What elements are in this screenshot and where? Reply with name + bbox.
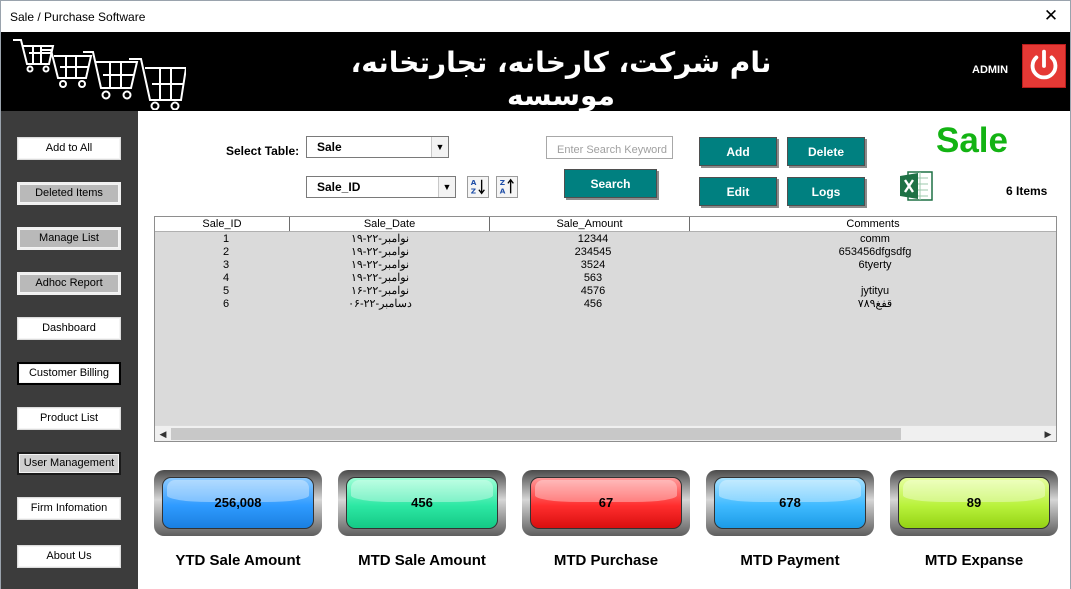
cell-sale-amount: 4576	[580, 285, 606, 297]
cell-sale-amount: 234545	[574, 246, 612, 258]
cell-sale-id: 4	[222, 272, 230, 284]
kpi-label: MTD Sale Amount	[358, 552, 486, 569]
sidebar-item-deleted-items[interactable]: Deleted Items	[17, 182, 121, 205]
kpi-value-box: 89	[898, 477, 1050, 529]
title-bar: Sale / Purchase Software ✕	[1, 1, 1070, 32]
cell-sale-id: 5	[222, 285, 230, 297]
edit-button[interactable]: Edit	[699, 177, 777, 206]
header-banner: نام شرکت، کارخانه، تجارتخانه، موسسه ADMI…	[1, 32, 1070, 112]
table-row[interactable]: 3 ۱۹-نوامبر-۲۲ 3524 6tyerty	[155, 259, 1056, 272]
kpi-label: YTD Sale Amount	[175, 552, 301, 569]
column-header[interactable]: Sale_Amount	[490, 217, 690, 231]
table-select[interactable]: Sale ▼	[306, 136, 449, 158]
sidebar-item-product-list[interactable]: Product List	[17, 407, 121, 430]
items-count: 6 Items	[1006, 184, 1048, 198]
horizontal-scrollbar[interactable]: ◀ ▶	[155, 425, 1056, 441]
cell-sale-amount: 12344	[577, 233, 609, 245]
sort-az-icon[interactable]: A Z	[467, 176, 489, 198]
cell-sale-date: ۰۶-دسامبر-۲۲	[348, 298, 412, 310]
shopping-cart-icon	[13, 39, 186, 110]
field-select[interactable]: Sale_ID ▼	[306, 176, 456, 198]
close-icon[interactable]: ✕	[1042, 6, 1060, 26]
cell-comments: comm	[860, 233, 890, 245]
column-header[interactable]: Sale_ID	[155, 217, 290, 231]
kpi-label: MTD Expanse	[924, 552, 1024, 569]
cell-sale-amount: 456	[583, 298, 603, 310]
kpi-value: 89	[966, 495, 982, 510]
select-table-label: Select Table:	[226, 144, 300, 158]
add-button[interactable]: Add	[699, 137, 777, 166]
user-name: ADMIN	[972, 64, 1009, 76]
cell-comments: 6tyerty	[858, 259, 892, 271]
table-header: Sale_ID Sale_Date Sale_Amount Comments	[155, 217, 1056, 232]
sidebar-item-user-management[interactable]: User Management	[17, 452, 121, 475]
cell-comments: 653456dfgsdfg	[838, 246, 912, 258]
scrollbar-thumb[interactable]	[171, 428, 901, 440]
delete-button[interactable]: Delete	[787, 137, 865, 166]
kpi-value-box: 456	[346, 477, 498, 529]
kpi-value: 256,008	[214, 495, 262, 510]
svg-text:Z: Z	[471, 186, 476, 195]
chevron-down-icon[interactable]: ▼	[431, 137, 448, 157]
power-icon[interactable]	[1022, 44, 1066, 88]
kpi-value: 678	[779, 495, 801, 510]
kpi-value-box: 256,008	[162, 477, 314, 529]
sidebar-item-firm-information[interactable]: Firm Infomation	[17, 497, 121, 520]
excel-icon[interactable]	[898, 168, 934, 204]
cell-sale-date: ۱۹-نوامبر-۲۲	[350, 233, 410, 245]
table-row[interactable]: 1 ۱۹-نوامبر-۲۲ 12344 comm	[155, 233, 1056, 246]
kpi-label: MTD Purchase	[553, 552, 659, 569]
kpi-value: 67	[598, 495, 614, 510]
kpi-mtd-payment: 678	[706, 470, 874, 536]
cell-sale-amount: 3524	[580, 259, 606, 271]
field-select-value: Sale_ID	[317, 180, 361, 194]
kpi-label: MTD Payment	[740, 552, 840, 569]
sidebar-item-customer-billing[interactable]: Customer Billing	[17, 362, 121, 385]
chevron-down-icon[interactable]: ▼	[438, 177, 455, 197]
column-header[interactable]: Sale_Date	[290, 217, 490, 231]
sidebar-item-about-us[interactable]: About Us	[17, 545, 121, 568]
search-input[interactable]	[546, 136, 673, 159]
cell-sale-date: ۱۹-نوامبر-۲۲	[350, 246, 410, 258]
table-row[interactable]: 6 ۰۶-دسامبر-۲۲ 456 ۷۸۹قفغ	[155, 298, 1056, 311]
cell-sale-amount: 563	[583, 272, 603, 284]
cell-sale-id: 1	[222, 233, 230, 245]
table-select-value: Sale	[317, 140, 342, 154]
sidebar-item-manage-list[interactable]: Manage List	[17, 227, 121, 250]
sidebar-item-add-to-all[interactable]: Add to All	[17, 137, 121, 160]
sort-za-icon[interactable]: Z A	[496, 176, 518, 198]
scroll-left-icon[interactable]: ◀	[155, 426, 171, 442]
table-row[interactable]: 5 ۱۶-نوامبر-۲۲ 4576 jytityu	[155, 285, 1056, 298]
cell-sale-date: ۱۶-نوامبر-۲۲	[350, 285, 410, 297]
table-row[interactable]: 4 ۱۹-نوامبر-۲۲ 563	[155, 272, 1056, 285]
app-window: Sale / Purchase Software ✕ نام شرکت، کار…	[0, 0, 1071, 589]
page-title: Sale	[936, 121, 1008, 160]
cell-comments: ۷۸۹قفغ	[857, 298, 893, 310]
cell-sale-id: 6	[222, 298, 230, 310]
logs-button[interactable]: Logs	[787, 177, 865, 206]
cell-sale-date: ۱۹-نوامبر-۲۲	[350, 272, 410, 284]
company-name: نام شرکت، کارخانه، تجارتخانه، موسسه	[350, 46, 772, 112]
kpi-mtd-purchase: 67	[522, 470, 690, 536]
kpi-value-box: 678	[714, 477, 866, 529]
sidebar-item-adhoc-report[interactable]: Adhoc Report	[17, 272, 121, 295]
kpi-mtd-sale-amount: 456	[338, 470, 506, 536]
data-table[interactable]: Sale_ID Sale_Date Sale_Amount Comments 1…	[154, 216, 1057, 442]
window-title: Sale / Purchase Software	[10, 10, 146, 24]
sidebar-item-dashboard[interactable]: Dashboard	[17, 317, 121, 340]
cell-comments: jytityu	[860, 285, 890, 297]
kpi-value-box: 67	[530, 477, 682, 529]
kpi-mtd-expanse: 89	[890, 470, 1058, 536]
cell-sale-date: ۱۹-نوامبر-۲۲	[350, 259, 410, 271]
search-button[interactable]: Search	[564, 169, 657, 198]
column-header[interactable]: Comments	[690, 217, 1056, 231]
cell-sale-id: 3	[222, 259, 230, 271]
scroll-right-icon[interactable]: ▶	[1040, 426, 1056, 442]
table-row[interactable]: 2 ۱۹-نوامبر-۲۲ 234545 653456dfgsdfg	[155, 246, 1056, 259]
svg-text:A: A	[500, 186, 506, 195]
cell-sale-id: 2	[222, 246, 230, 258]
kpi-ytd-sale-amount: 256,008	[154, 470, 322, 536]
kpi-value: 456	[411, 495, 433, 510]
